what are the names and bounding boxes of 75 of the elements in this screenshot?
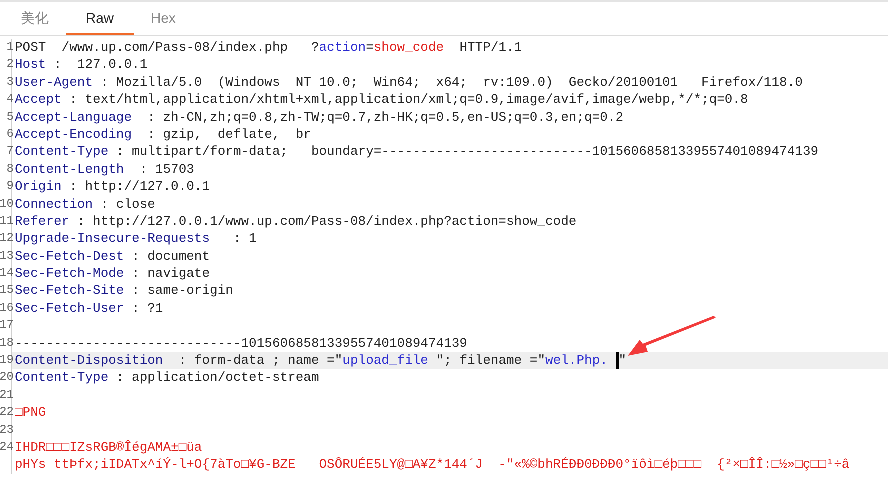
line-number: 23 bbox=[0, 422, 14, 439]
code-text: : application/octet-stream bbox=[115, 369, 320, 387]
line-number: 6 bbox=[6, 126, 14, 143]
header-name: Origin bbox=[15, 178, 62, 196]
header-name: Sec-Fetch-Dest bbox=[15, 248, 124, 266]
line-number: 4 bbox=[6, 91, 14, 108]
line-number: 20 bbox=[0, 369, 14, 386]
header-name: Upgrade-Insecure-Requests bbox=[15, 230, 210, 248]
header-name: Accept-Encoding bbox=[15, 126, 132, 144]
header-name: Content-Type bbox=[15, 143, 109, 161]
header-name: Accept bbox=[15, 91, 62, 109]
header-name: Sec-Fetch-User bbox=[15, 300, 124, 318]
parameter-text: action bbox=[319, 39, 366, 56]
tab[interactable]: 美化 bbox=[4, 3, 66, 35]
line-number: 7 bbox=[6, 143, 14, 160]
header-name: Sec-Fetch-Site bbox=[15, 282, 124, 300]
code-text: HTTP/1.1 bbox=[458, 39, 522, 56]
code-text: : 127.0.0.1 bbox=[53, 56, 148, 74]
code-text: : text/html,application/xhtml+xml,application/xml;q=0.9,image/avif,image/webp,*/*;q=0.8 bbox=[68, 91, 748, 109]
code-text: "; filename =" bbox=[436, 352, 546, 370]
tab[interactable]: Raw bbox=[66, 3, 134, 35]
header-name: Referer bbox=[15, 212, 70, 230]
header-name: Connection bbox=[15, 196, 94, 213]
code-text: -----------------------------10156068581339557401089474139 bbox=[15, 334, 468, 352]
line-number: 17 bbox=[0, 317, 14, 334]
code-text: : 1 bbox=[232, 230, 257, 248]
header-name: User-Agent bbox=[15, 74, 94, 92]
line-number: 1 bbox=[6, 39, 14, 56]
tab[interactable]: Hex bbox=[134, 3, 193, 35]
code-text: : document bbox=[131, 248, 210, 266]
code-text: = bbox=[366, 39, 374, 56]
code-text: : Mozilla/5.0 (Windows NT 10.0; Win64; x64; rv:109.0) Gecko/20100101 Firefox/118.0 bbox=[100, 74, 803, 92]
header-name: Content-Length bbox=[15, 160, 124, 178]
header-name: Accept-Language bbox=[15, 108, 132, 126]
line-number: 21 bbox=[0, 386, 14, 404]
value-text: □PNG bbox=[15, 404, 46, 422]
code-text: " bbox=[618, 352, 627, 370]
line-number: 16 bbox=[0, 300, 14, 317]
line-number: 9 bbox=[6, 178, 14, 196]
line-number: 10 bbox=[0, 196, 14, 213]
code-text: : same-origin bbox=[131, 282, 234, 300]
line-number: 14 bbox=[0, 265, 14, 282]
code-text: : 15703 bbox=[138, 160, 194, 178]
header-name: Content-Disposition bbox=[15, 352, 164, 370]
code-text: POST /www.up.com/Pass-08/index.php ? bbox=[15, 39, 320, 56]
code-text: : close bbox=[100, 196, 156, 213]
header-name: Host bbox=[15, 56, 46, 74]
value-text: show_code bbox=[374, 39, 444, 56]
code-text: : http://127.0.0.1 bbox=[68, 178, 210, 196]
value-text: pHYs ttÞfx;iIDATx^íÝ-l+O{7àTo□¥G-BZE OSÔRUÉE5LY@□A¥Z*144´J -"«%©bhRÉÐÐ0ÐÐÐ0°ïôì□éþ□□□ {²×□ÎÎ:□½»□ç□□¹÷â bbox=[15, 456, 850, 474]
line-number: 5 bbox=[6, 108, 14, 126]
code-text: : http://127.0.0.1/www.up.com/Pass-08/index.php?action=show_code bbox=[76, 212, 577, 230]
line-number: 22 bbox=[0, 404, 14, 422]
line-number: 24 bbox=[0, 438, 14, 456]
line-number: 13 bbox=[0, 248, 14, 265]
code-text: : navigate bbox=[131, 265, 210, 282]
line-number: 12 bbox=[0, 230, 14, 248]
header-name: Sec-Fetch-Mode bbox=[15, 265, 124, 282]
parameter-text: wel.Php. bbox=[546, 352, 609, 370]
line-number: 3 bbox=[6, 74, 14, 91]
text-cursor bbox=[616, 352, 619, 370]
code-text: : zh-CN,zh;q=0.8,zh-TW;q=0.7,zh-HK;q=0.5,en-US;q=0.3,en;q=0.2 bbox=[146, 108, 624, 126]
line-number: 19 bbox=[0, 352, 14, 370]
line-number: 15 bbox=[0, 282, 14, 300]
line-number: 8 bbox=[6, 160, 14, 178]
parameter-text: upload_file bbox=[342, 352, 430, 370]
line-number: 11 bbox=[0, 212, 14, 230]
line-number: 2 bbox=[6, 56, 14, 74]
code-text: : gzip, deflate, br bbox=[146, 126, 312, 144]
code-text: : ?1 bbox=[131, 300, 164, 318]
header-name: Content-Type bbox=[15, 369, 109, 387]
code-text: : multipart/form-data; boundary=---------------------------10156068581339557401089474139 bbox=[115, 143, 819, 161]
line-number: 18 bbox=[0, 334, 14, 352]
code-text: : form-data ; name =" bbox=[178, 352, 343, 370]
value-text: IHDR□□□IZsRGB®ÎégAMA±□üa bbox=[15, 438, 202, 456]
